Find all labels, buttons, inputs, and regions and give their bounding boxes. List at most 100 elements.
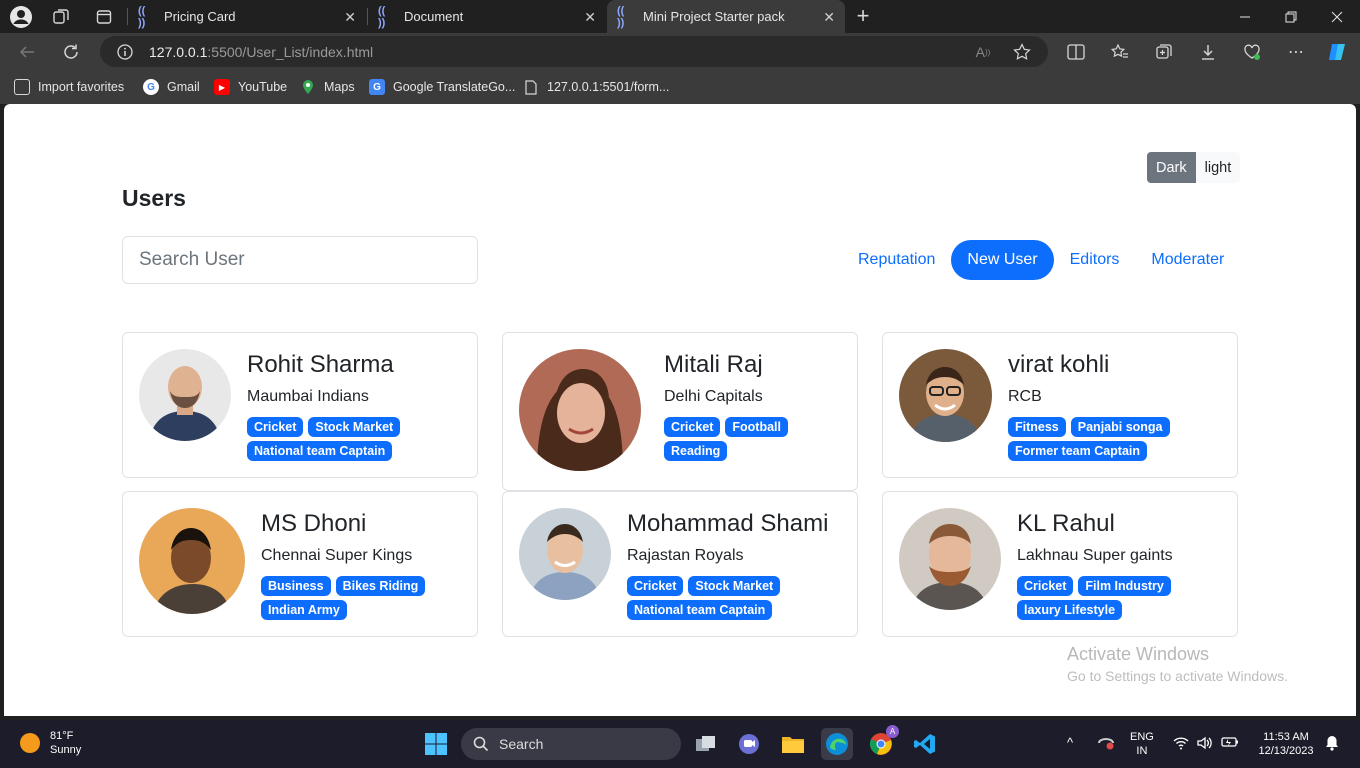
show-hidden-icons[interactable]: ^ [1067, 736, 1073, 750]
tag-badge: Former team Captain [1008, 441, 1148, 461]
google-icon: G [143, 79, 159, 95]
user-card: virat kohli RCB Fitness Panjabi songa Fo… [882, 332, 1238, 478]
battery-icon[interactable] [1221, 736, 1239, 752]
filter-editors[interactable]: Editors [1054, 240, 1136, 280]
tag-badge: Stock Market [308, 417, 401, 437]
import-icon [14, 79, 30, 95]
translate-icon: G [369, 79, 385, 95]
user-tags: Fitness Panjabi songa Former team Captai… [1008, 417, 1208, 461]
tag-badge: Bikes Riding [335, 576, 426, 596]
fav-youtube[interactable]: ▶ YouTube [214, 78, 287, 96]
task-view-icon[interactable] [690, 728, 722, 760]
workspaces-icon[interactable] [50, 6, 72, 28]
filter-moderater[interactable]: Moderater [1135, 240, 1240, 280]
search-user-field[interactable] [122, 236, 478, 284]
fav-import-favorites[interactable]: Import favorites [14, 78, 124, 96]
user-team: RCB [1008, 388, 1042, 405]
vscode-icon[interactable] [909, 728, 941, 760]
close-icon[interactable]: ✕ [584, 9, 596, 26]
favorites-icon[interactable] [1109, 41, 1131, 63]
teams-chat-icon[interactable] [733, 728, 765, 760]
user-tags: Cricket Film Industry laxury Lifestyle [1017, 576, 1217, 620]
tag-badge: Stock Market [688, 576, 781, 596]
address-bar[interactable]: 127.0.0.1:5500/User_List/index.html A)) [100, 36, 1048, 67]
chrome-icon[interactable]: A [865, 725, 899, 760]
browser-tab-bar: (( )) Pricing Card ✕ (( )) Document ✕ ((… [0, 0, 1360, 33]
close-icon[interactable]: ✕ [823, 9, 835, 26]
tab-title: Document [404, 9, 464, 24]
taskbar-search-label: Search [499, 736, 544, 752]
tag-badge: Cricket [664, 417, 721, 437]
user-card: Mohammad Shami Rajastan Royals Cricket S… [502, 491, 858, 637]
vscode-live-icon: (( )) [617, 4, 625, 29]
search-input[interactable] [123, 237, 477, 283]
tab-actions-icon[interactable] [93, 6, 115, 28]
notification-bell-icon[interactable] [1325, 735, 1339, 755]
avatar [519, 349, 641, 471]
start-windows-icon[interactable] [420, 728, 452, 760]
weather-widget[interactable]: 81°F Sunny [20, 729, 81, 757]
copilot-icon[interactable] [1325, 40, 1349, 64]
avatar [899, 349, 992, 442]
user-card: Rohit Sharma Maumbai Indians Cricket Sto… [122, 332, 478, 478]
vscode-live-icon: (( )) [378, 4, 386, 29]
split-screen-icon[interactable] [1065, 41, 1087, 63]
user-tags: Cricket Stock Market National team Capta… [627, 576, 849, 620]
user-card: MS Dhoni Chennai Super Kings Business Bi… [122, 491, 478, 637]
user-team: Maumbai Indians [247, 388, 369, 405]
avatar [139, 349, 231, 441]
clock[interactable]: 11:53 AM 12/13/2023 [1254, 730, 1318, 758]
back-icon[interactable] [16, 41, 38, 63]
light-theme-button[interactable]: light [1195, 152, 1241, 183]
user-name: virat kohli [1008, 351, 1110, 378]
refresh-icon[interactable] [60, 41, 82, 63]
dark-theme-button[interactable]: Dark [1147, 152, 1196, 183]
tag-badge: Reading [664, 441, 728, 461]
user-tags: Cricket Football Reading [664, 417, 844, 461]
browser-essentials-icon[interactable] [1241, 41, 1263, 63]
tag-badge: Indian Army [261, 600, 347, 620]
new-tab-icon[interactable]: + [851, 3, 875, 28]
tag-badge: Cricket [1017, 576, 1074, 596]
language-indicator[interactable]: ENG IN [1130, 730, 1154, 758]
user-name: Rohit Sharma [247, 351, 394, 378]
user-team: Delhi Capitals [664, 388, 763, 405]
volume-icon[interactable] [1196, 736, 1212, 754]
fav-maps[interactable]: Maps [300, 78, 355, 96]
maps-pin-icon [300, 79, 316, 95]
collections-icon[interactable] [1153, 41, 1175, 63]
favorite-star-icon[interactable] [1012, 42, 1032, 62]
tab-pricing-card[interactable]: (( )) Pricing Card ✕ [128, 0, 366, 33]
windows-taskbar: 81°F Sunny Search A ^ ENG IN 11:53 AM 12… [0, 720, 1360, 768]
profile-icon[interactable] [8, 4, 34, 30]
more-options-icon[interactable]: ⋯ [1285, 41, 1307, 63]
meet-now-icon[interactable] [1097, 736, 1115, 754]
filter-new-user[interactable]: New User [951, 240, 1054, 280]
fav-local-form[interactable]: 127.0.0.1:5501/form... [523, 78, 669, 96]
filter-nav: Reputation New User Editors Moderater [842, 240, 1240, 280]
file-explorer-icon[interactable] [777, 728, 809, 760]
close-window-button[interactable] [1314, 0, 1360, 33]
tab-mini-project[interactable]: (( )) Mini Project Starter pack ✕ [607, 0, 845, 33]
tab-document[interactable]: (( )) Document ✕ [368, 0, 606, 33]
tag-badge: Fitness [1008, 417, 1066, 437]
theme-toggle: Dark light [1147, 152, 1241, 183]
close-icon[interactable]: ✕ [344, 9, 356, 26]
taskbar-search[interactable]: Search [461, 728, 681, 760]
read-aloud-icon[interactable]: A)) [973, 42, 993, 62]
weather-condition: Sunny [50, 744, 82, 756]
fav-google-translate[interactable]: G Google TranslateGo... [369, 78, 515, 96]
edge-browser-icon[interactable] [821, 728, 853, 760]
filter-reputation[interactable]: Reputation [842, 240, 951, 280]
profile-badge: A [886, 725, 899, 738]
fav-gmail[interactable]: G Gmail [143, 78, 200, 96]
downloads-icon[interactable] [1197, 41, 1219, 63]
site-info-icon[interactable] [116, 43, 134, 61]
youtube-icon: ▶ [214, 79, 230, 95]
wifi-icon[interactable] [1173, 736, 1189, 754]
page-icon [523, 79, 539, 95]
minimize-button[interactable] [1222, 0, 1268, 33]
user-name: Mitali Raj [664, 351, 763, 378]
restore-button[interactable] [1268, 0, 1314, 33]
tab-title: Mini Project Starter pack [643, 9, 785, 24]
